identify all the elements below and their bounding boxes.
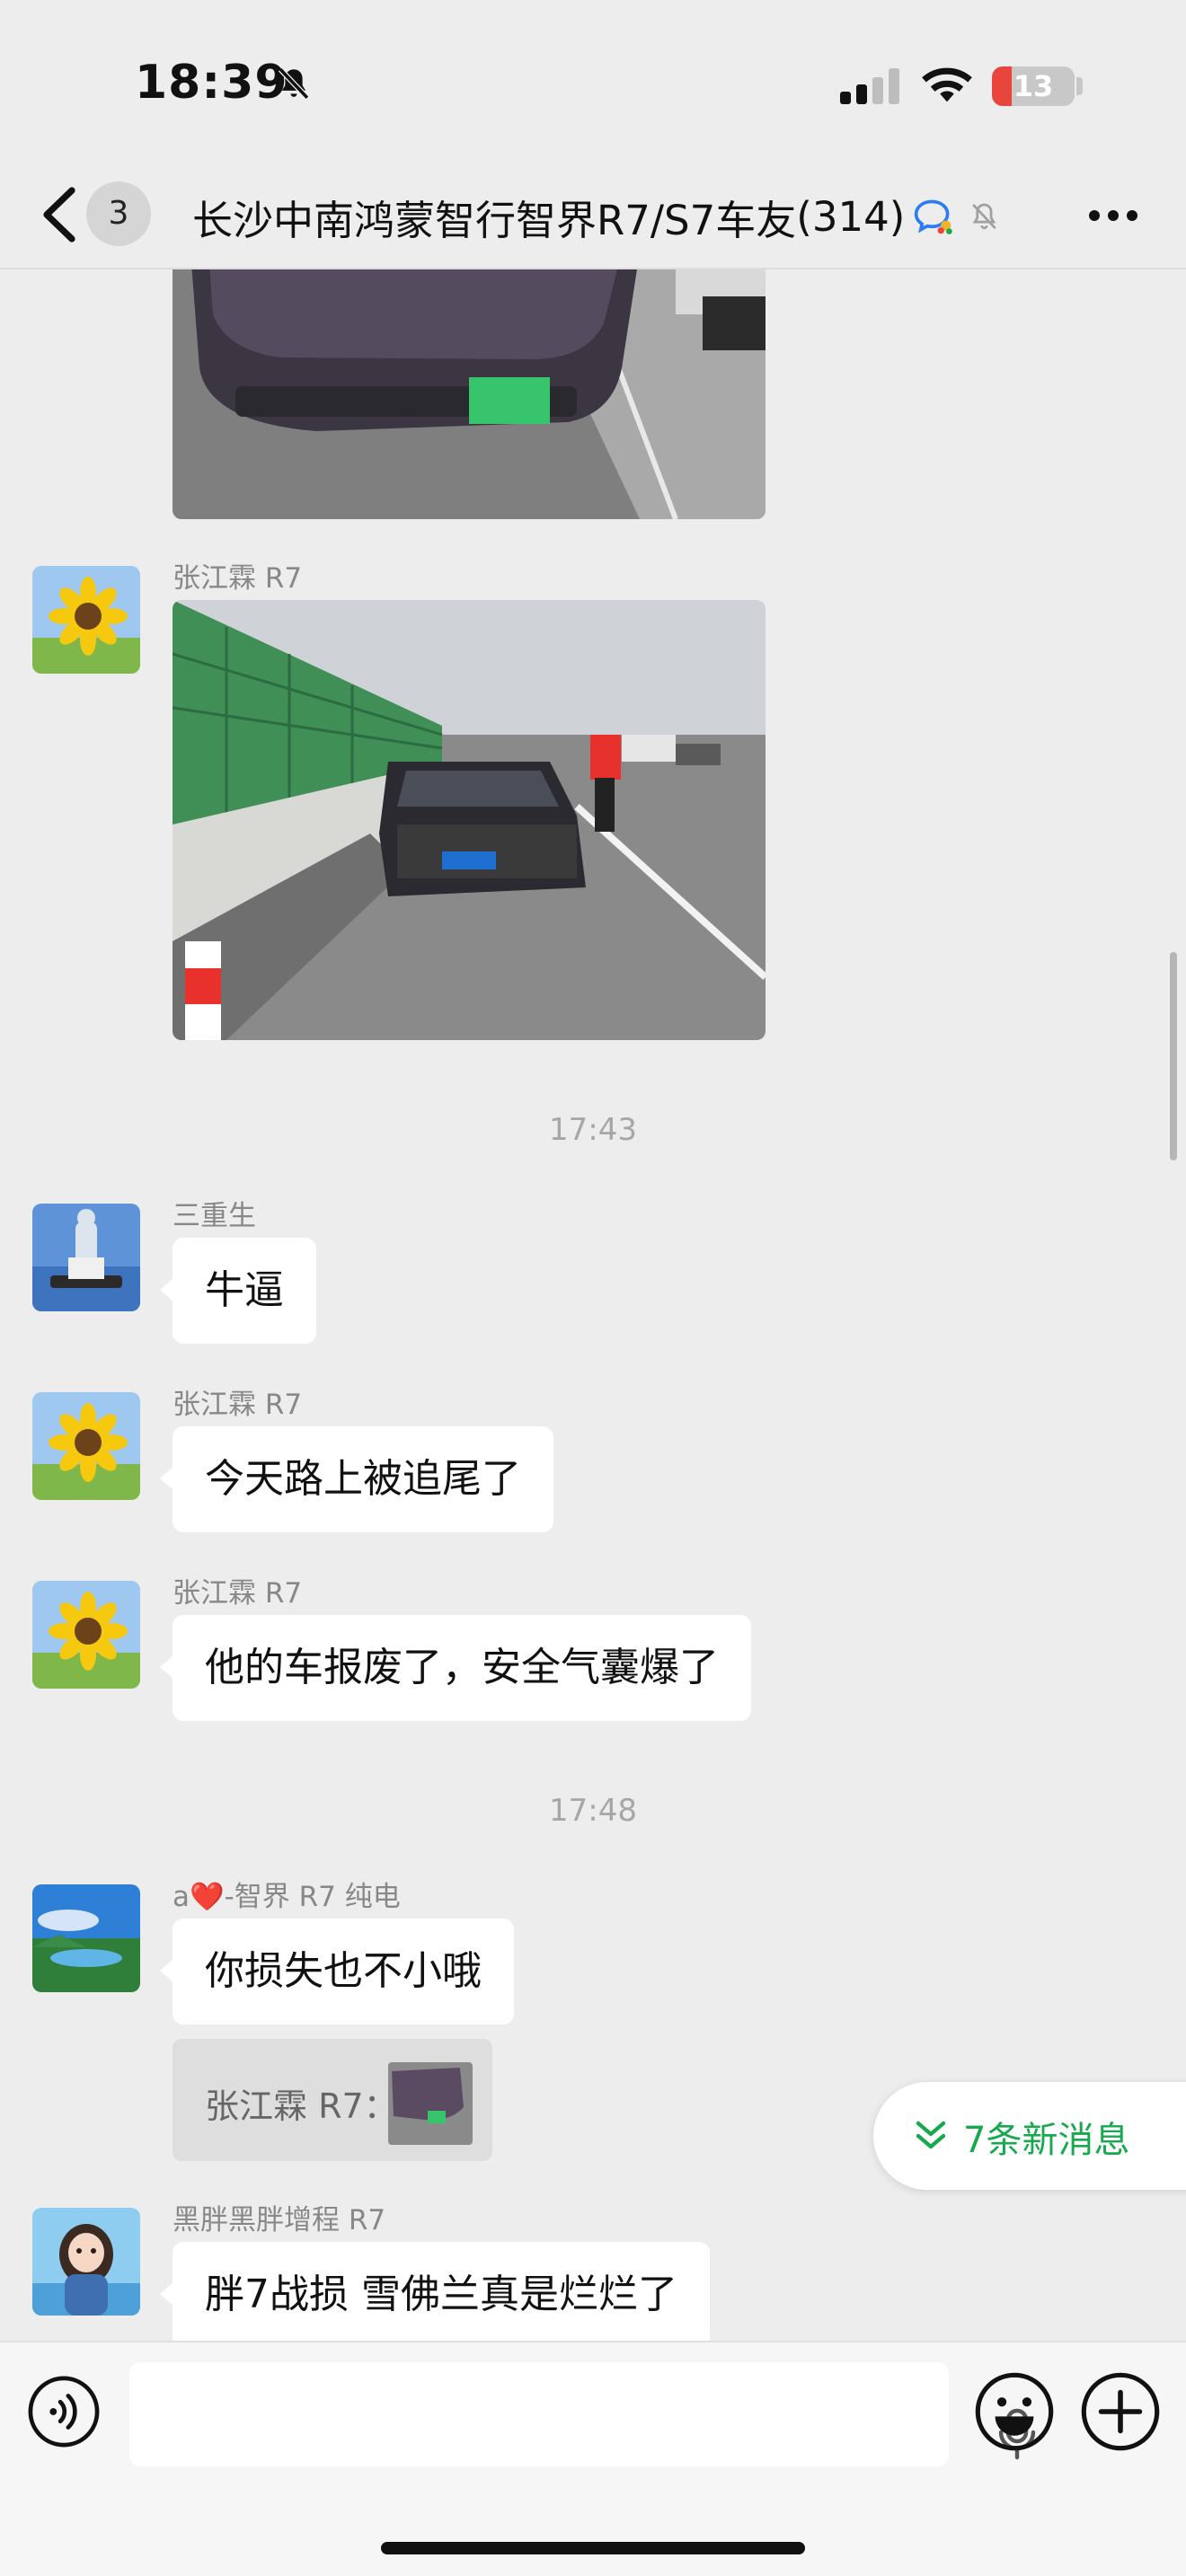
battery-icon: 13 [992,66,1075,106]
bell-slash-icon [278,67,310,100]
lake-avatar [32,1884,140,1992]
accident-photo [173,600,766,1040]
status-bar: 18:39 13 [0,0,1186,162]
wifi-icon [922,67,972,102]
quote-sender: 张江霖 R7： [205,2086,398,2126]
quoted-message[interactable]: 张江霖 R7： [173,2039,492,2161]
new-messages-label: 7条新消息 [963,2120,1130,2161]
home-indicator[interactable] [381,2542,805,2554]
avatar[interactable] [32,1884,140,1992]
battery-nub [1076,77,1083,95]
time-divider: 17:43 [549,1112,637,1148]
plus-icon[interactable] [1080,2371,1161,2452]
time-divider: 17:48 [549,1793,637,1829]
sunflower-avatar [32,566,140,674]
text-message[interactable]: 牛逼 [160,1238,316,1344]
image-message[interactable] [173,600,766,1040]
scroll-indicator[interactable] [1170,952,1177,1160]
car-rear-photo [173,269,766,519]
avatar[interactable] [32,1392,140,1500]
sender-name: 张江霖 R7 [173,1389,303,1421]
sender-name: 三重生 [173,1200,256,1232]
new-messages-button[interactable]: 7条新消息 [873,2082,1186,2190]
text-message[interactable]: 胖7战损 雪佛兰真是烂烂了 [160,2242,710,2341]
sender-name: 张江霖 R7 [173,1577,303,1610]
avatar[interactable] [32,1581,140,1689]
sender-name: 黑胖黑胖增程 R7 [173,2204,386,2236]
bell-slash-icon [972,203,996,230]
member-count: (314) [796,192,906,241]
group-name: 长沙中南鸿蒙智行智界R7/S7车友 [192,196,797,244]
unread-count-badge[interactable]: 3 [86,181,151,246]
text-message[interactable]: 你损失也不小哦 [160,1919,514,2025]
avatar[interactable] [32,566,140,674]
sunflower-avatar [32,1581,140,1689]
input-bar [0,2341,1186,2576]
sender-name: 张江霖 R7 [173,562,303,595]
voice-icon[interactable] [27,2375,101,2448]
message-input[interactable] [129,2362,1036,2466]
chat-bubble-icon [915,199,953,234]
double-chevron-down-icon [916,2121,946,2149]
chat-title[interactable]: 长沙中南鸿蒙智行智界R7/S7车友 (314) [192,185,1001,248]
emoji-icon[interactable] [974,2371,1055,2452]
quote-thumbnail [388,2062,473,2145]
message-list[interactable]: 张江霖 R7 17:43 三重生 牛逼 张江霖 R7 今天路上被追尾了 张江霖 … [0,269,1186,2341]
chevron-left-icon[interactable] [36,183,81,246]
chat-header: 3 长沙中南鸿蒙智行智界R7/S7车友 (314) [0,162,1186,269]
cartoon-girl-avatar [32,2208,140,2316]
status-time: 18:39 [135,56,288,110]
avatar[interactable] [32,1204,140,1311]
sender-name: a❤️-智界 R7 纯电 [173,1881,401,1913]
image-message[interactable] [173,269,766,519]
text-message[interactable]: 他的车报废了，安全气囊爆了 [160,1615,751,1721]
more-dots-icon[interactable] [1082,189,1145,243]
sunflower-avatar [32,1392,140,1500]
avatar[interactable] [32,2208,140,2316]
cellular-signal-icon [840,68,899,104]
statue-avatar [32,1204,140,1311]
text-message[interactable]: 今天路上被追尾了 [160,1426,553,1532]
battery-percentage: 13 [1013,69,1054,103]
